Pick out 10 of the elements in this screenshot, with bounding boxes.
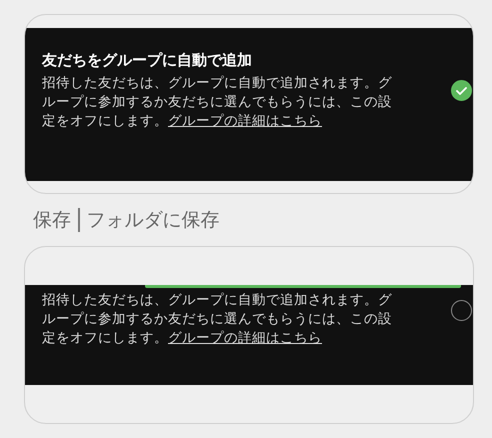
setting-description: 招待した友だちは、グループに自動で追加されます。グループに参加するか友だちに選んでもらうには、この設定をオフにします。グループの詳細はこちら <box>42 291 393 348</box>
check-icon <box>456 86 467 94</box>
setting-description: 招待した友だちは、グループに自動で追加されます。グループに参加するか友だちに選んでもらうには、この設定をオフにします。グループの詳細はこちら <box>42 74 393 131</box>
details-link[interactable]: グループの詳細はこちら <box>168 330 322 346</box>
checkbox[interactable] <box>451 300 472 321</box>
setting-title: 友だちをグループに自動で追加 <box>42 50 253 70</box>
checkbox[interactable] <box>451 80 472 101</box>
caption-text: フォルダに保存 <box>86 208 220 233</box>
caption-text: 保存 <box>33 208 71 233</box>
details-link[interactable]: グループの詳細はこちら <box>168 113 322 129</box>
